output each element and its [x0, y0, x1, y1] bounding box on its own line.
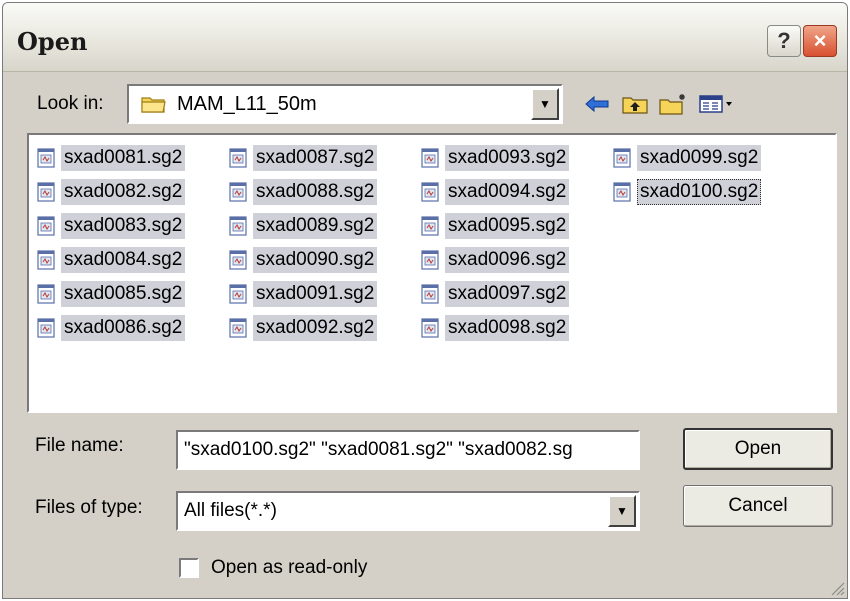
file-icon: [613, 182, 631, 202]
readonly-label: Open as read-only: [211, 557, 368, 578]
file-list-item[interactable]: sxad0097.sg2: [421, 279, 570, 309]
file-name-label: File name:: [35, 435, 124, 456]
file-name: sxad0088.sg2: [253, 179, 378, 205]
file-list-item[interactable]: sxad0081.sg2: [37, 143, 186, 173]
file-list-item[interactable]: sxad0095.sg2: [421, 211, 570, 241]
file-name: sxad0100.sg2: [637, 179, 762, 205]
file-list-item[interactable]: sxad0086.sg2: [37, 313, 186, 343]
back-arrow-icon: [585, 95, 609, 113]
file-list-item[interactable]: sxad0085.sg2: [37, 279, 186, 309]
file-icon: [37, 250, 55, 270]
help-button[interactable]: ?: [767, 25, 801, 57]
file-name: sxad0093.sg2: [445, 145, 570, 171]
file-list-item[interactable]: sxad0084.sg2: [37, 245, 186, 275]
file-name: sxad0091.sg2: [253, 281, 378, 307]
file-list-item[interactable]: sxad0098.sg2: [421, 313, 570, 343]
file-name: sxad0095.sg2: [445, 213, 570, 239]
file-list-item[interactable]: sxad0082.sg2: [37, 177, 186, 207]
file-icon: [229, 318, 247, 338]
file-icon: [421, 182, 439, 202]
file-type-label: Files of type:: [35, 497, 143, 518]
file-name: sxad0092.sg2: [253, 315, 378, 341]
back-button[interactable]: [581, 89, 613, 119]
open-button-label: Open: [734, 438, 782, 459]
close-icon: ×: [813, 28, 827, 53]
look-in-value: MAM_L11_50m: [177, 93, 317, 115]
resize-grip-icon[interactable]: [829, 580, 845, 596]
file-name: sxad0084.sg2: [61, 247, 186, 273]
file-list-item[interactable]: sxad0091.sg2: [229, 279, 378, 309]
file-list-item[interactable]: sxad0092.sg2: [229, 313, 378, 343]
file-type-dropdown-button[interactable]: ▼: [608, 495, 636, 527]
file-list[interactable]: sxad0081.sg2 sxad0082.sg2 sxad0083.sg2 sxad…: [27, 133, 837, 413]
open-dialog: Open ? × Look in: MAM_L11_50m ▼ sxad0081…: [2, 2, 848, 599]
look-in-label: Look in:: [37, 93, 104, 114]
file-list-item[interactable]: sxad0083.sg2: [37, 211, 186, 241]
file-list-item[interactable]: sxad0090.sg2: [229, 245, 378, 275]
file-icon: [229, 182, 247, 202]
file-list-item[interactable]: sxad0093.sg2: [421, 143, 570, 173]
file-name: sxad0089.sg2: [253, 213, 378, 239]
file-icon: [229, 250, 247, 270]
file-name: sxad0083.sg2: [61, 213, 186, 239]
file-name: sxad0098.sg2: [445, 315, 570, 341]
file-list-item[interactable]: sxad0089.sg2: [229, 211, 378, 241]
cancel-button[interactable]: Cancel: [683, 485, 833, 527]
chevron-down-icon: ▼: [539, 97, 551, 111]
file-icon: [37, 318, 55, 338]
file-icon: [229, 148, 247, 168]
file-name: sxad0090.sg2: [253, 247, 378, 273]
chevron-down-icon: ▼: [616, 504, 628, 518]
up-folder-icon: [622, 97, 648, 114]
file-list-item[interactable]: sxad0096.sg2: [421, 245, 570, 275]
file-list-item[interactable]: sxad0099.sg2: [613, 143, 762, 173]
view-menu-button[interactable]: [697, 89, 737, 119]
open-button[interactable]: Open: [683, 428, 833, 470]
file-list-item[interactable]: sxad0088.sg2: [229, 177, 378, 207]
file-icon: [421, 318, 439, 338]
file-icon: [37, 182, 55, 202]
file-list-item[interactable]: sxad0094.sg2: [421, 177, 570, 207]
file-icon: [37, 148, 55, 168]
file-name: sxad0082.sg2: [61, 179, 186, 205]
view-menu-icon: [699, 95, 732, 113]
file-icon: [421, 284, 439, 304]
file-name: sxad0099.sg2: [637, 145, 762, 171]
new-folder-button[interactable]: [657, 89, 689, 119]
file-name: sxad0096.sg2: [445, 247, 570, 273]
title-bar[interactable]: Open ? ×: [3, 3, 847, 72]
file-icon: [37, 284, 55, 304]
file-list-item[interactable]: sxad0100.sg2: [613, 177, 762, 207]
file-type-select[interactable]: All files(*.*) ▼: [176, 491, 640, 531]
file-icon: [421, 148, 439, 168]
file-type-value: All files(*.*): [184, 500, 277, 521]
file-name: sxad0081.sg2: [61, 145, 186, 171]
file-name-value: "sxad0100.sg2" "sxad0081.sg2" "sxad0082.…: [184, 439, 573, 460]
file-name: sxad0097.sg2: [445, 281, 570, 307]
file-name: sxad0094.sg2: [445, 179, 570, 205]
dialog-title: Open: [17, 27, 88, 56]
file-icon: [421, 216, 439, 236]
file-name-input[interactable]: "sxad0100.sg2" "sxad0081.sg2" "sxad0082.…: [176, 430, 640, 470]
file-name: sxad0087.sg2: [253, 145, 378, 171]
file-name: sxad0086.sg2: [61, 315, 186, 341]
close-button[interactable]: ×: [803, 25, 837, 57]
file-icon: [37, 216, 55, 236]
file-name: sxad0085.sg2: [61, 281, 186, 307]
file-icon: [421, 250, 439, 270]
file-icon: [229, 284, 247, 304]
new-folder-icon: [659, 94, 685, 115]
look-in-dropdown-button[interactable]: ▼: [531, 88, 559, 120]
file-list-item[interactable]: sxad0087.sg2: [229, 143, 378, 173]
cancel-button-label: Cancel: [728, 495, 788, 516]
readonly-checkbox[interactable]: [179, 558, 199, 578]
folder-icon: [141, 94, 167, 119]
help-icon: ?: [777, 28, 791, 53]
up-folder-button[interactable]: [619, 89, 651, 119]
file-icon: [229, 216, 247, 236]
file-icon: [613, 148, 631, 168]
look-in-combo[interactable]: MAM_L11_50m ▼: [127, 84, 563, 124]
